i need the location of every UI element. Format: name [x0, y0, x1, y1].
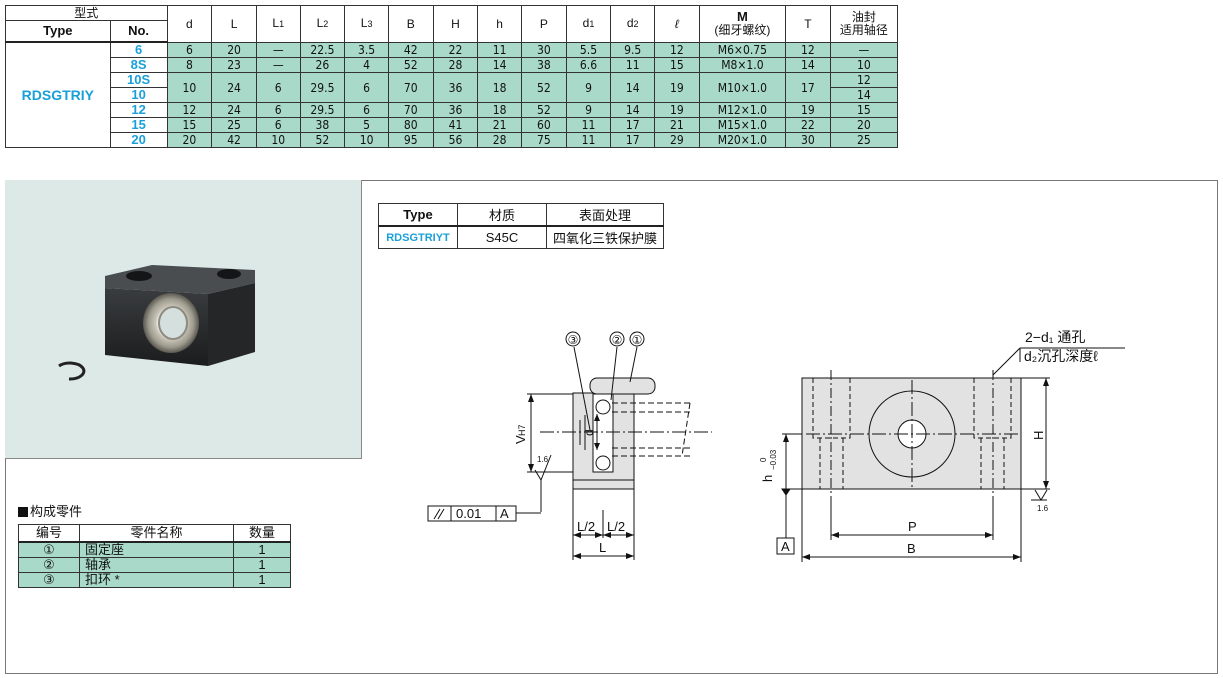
dim-L-label: L: [599, 540, 606, 555]
dim-d-label: d: [582, 429, 596, 436]
callout-3: ③: [568, 333, 579, 347]
dim-B-label: B: [907, 541, 916, 556]
callout-2: ②: [612, 333, 623, 347]
roughness-value-right: 1.6: [1037, 504, 1049, 513]
note-leader: [992, 347, 1021, 376]
datum-ref: A: [500, 506, 509, 521]
hole-note-line2: d₂沉孔深度ℓ: [1024, 348, 1098, 364]
side-view-base: [572, 479, 635, 490]
dim-h-label: h: [760, 475, 775, 482]
technical-drawing: ③ ② ① 2−d₁ 通孔 d₂沉孔深度ℓ V H7 d 1.6 1.6 0.0…: [427, 329, 1125, 562]
dim-L2-left: L/2: [577, 519, 595, 534]
bearing-ball-top: [595, 399, 611, 415]
datum-triangle: [781, 488, 791, 496]
leader-1: [629, 346, 638, 383]
roughness-symbol: [1034, 489, 1048, 501]
dim-H-label: H: [1031, 431, 1046, 440]
hole-note-line1: 2−d₁ 通孔: [1025, 329, 1085, 345]
callout-1: ①: [632, 333, 643, 347]
roughness-value-left: 1.6: [537, 455, 549, 464]
dim-L2-right: L/2: [607, 519, 625, 534]
parallelism-value: 0.01: [456, 506, 481, 521]
dim-h-tol-low: −0.03: [769, 449, 778, 470]
dim-h-tol-up: 0: [759, 457, 768, 462]
dim-V-tol: H7: [517, 424, 527, 436]
bearing-ball-bottom: [595, 455, 611, 471]
datum-a-label: A: [781, 539, 790, 554]
front-view: [801, 370, 1022, 497]
dim-P-label: P: [908, 519, 917, 534]
side-view-top-cap: [589, 377, 656, 395]
